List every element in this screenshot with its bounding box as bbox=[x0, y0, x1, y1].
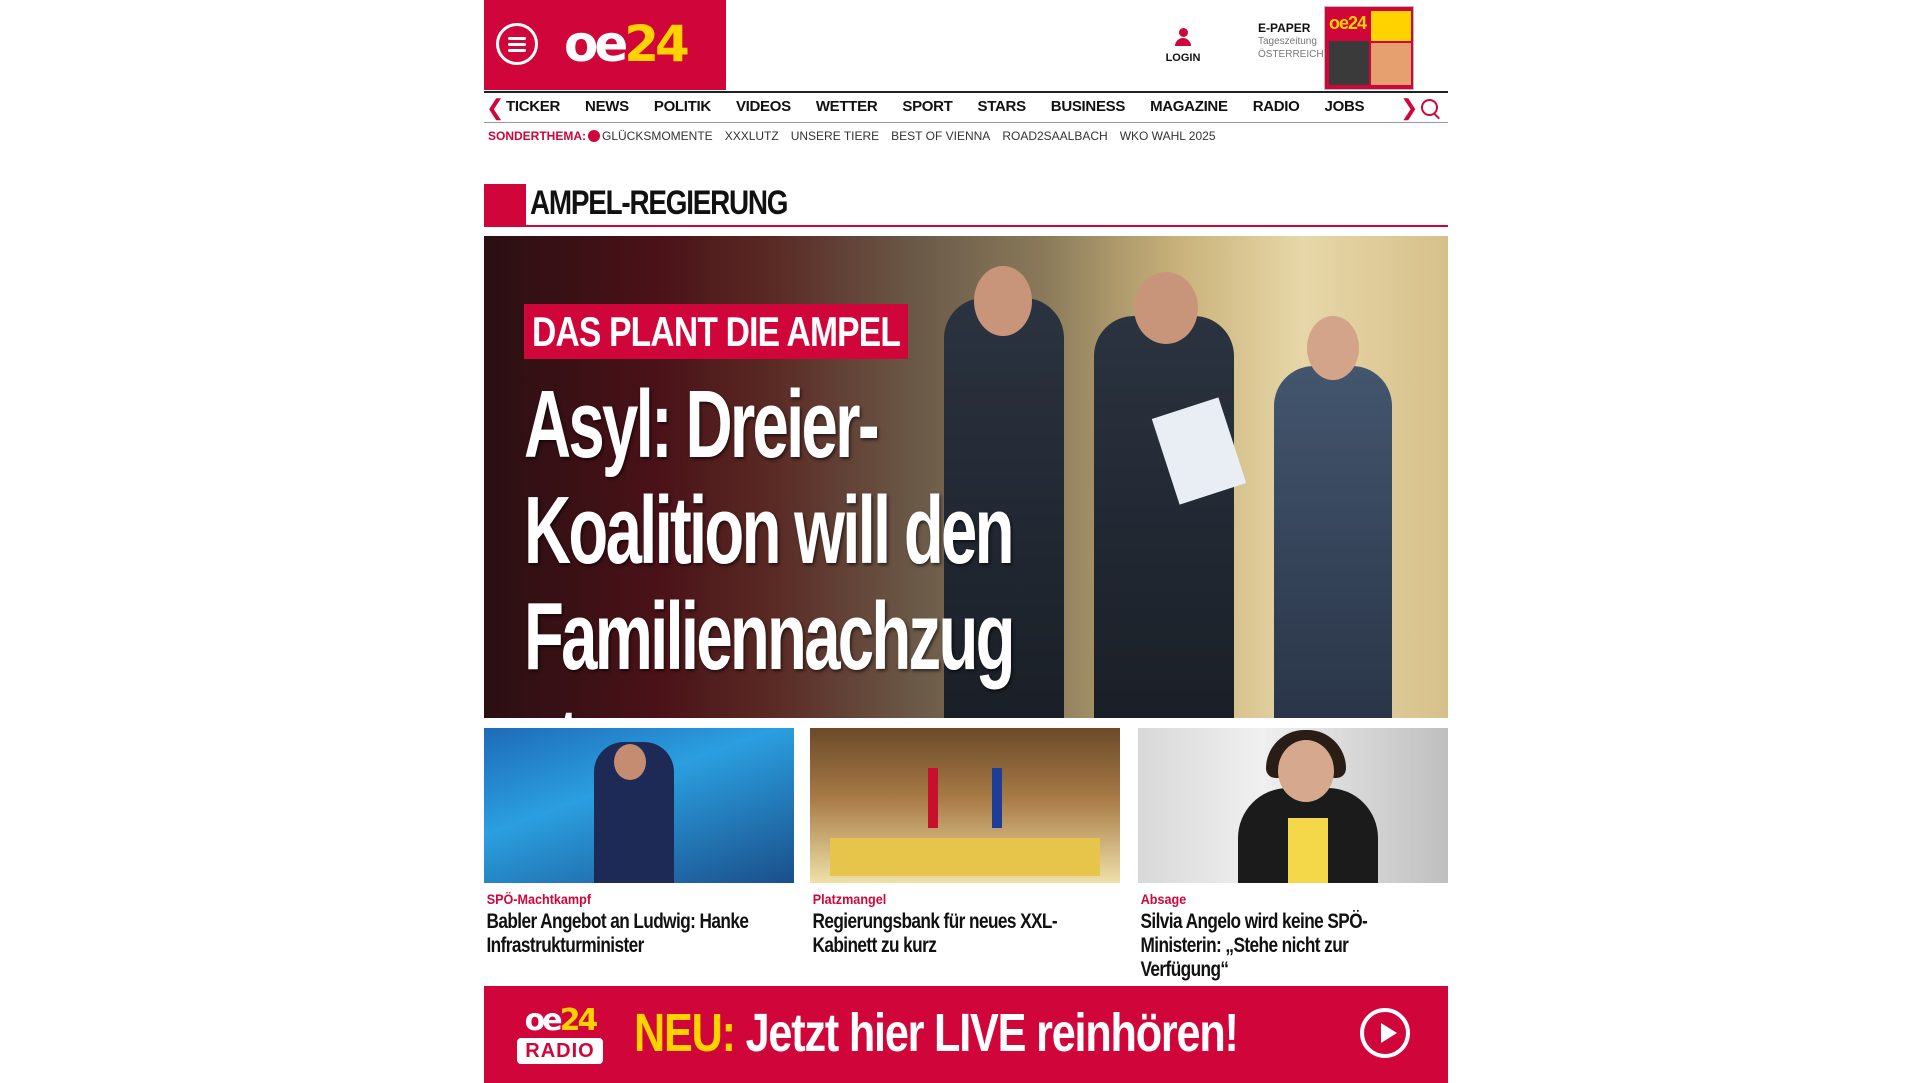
clover-icon bbox=[588, 130, 600, 142]
radio-logo: oe24 RADIO bbox=[514, 1006, 606, 1064]
article-image[interactable] bbox=[810, 728, 1120, 883]
nav-item-magazine[interactable]: MAGAZINE bbox=[1150, 98, 1228, 115]
user-icon bbox=[1175, 28, 1191, 48]
special-topics-bar: SONDERTHEMA: GLÜCKSMOMENTE XXXLUTZ UNSER… bbox=[488, 129, 1228, 143]
epaper-cover-logo: oe24 bbox=[1329, 13, 1367, 33]
radio-cta-text[interactable]: NEU: Jetzt hier LIVE reinhören! bbox=[634, 1004, 1239, 1062]
nav-item-ticker[interactable]: TICKER bbox=[506, 98, 560, 115]
epaper-link[interactable]: E-PAPER Tageszeitung ÖSTERREICH bbox=[1258, 21, 1324, 61]
special-topic-wko-wahl[interactable]: WKO WAHL 2025 bbox=[1120, 129, 1216, 143]
special-topic-gluecksmomente[interactable]: GLÜCKSMOMENTE bbox=[602, 129, 713, 143]
article-title[interactable]: Regierungsbank für neues XXL-Kabinett zu… bbox=[810, 910, 1091, 958]
article-card[interactable]: Absage Silvia Angelo wird keine SPÖ-Mini… bbox=[1138, 728, 1448, 982]
hero-article[interactable]: DAS PLANT DIE AMPEL Asyl: Dreier- Koalit… bbox=[484, 236, 1448, 718]
article-category: SPÖ-Machtkampf bbox=[486, 891, 592, 907]
nav-left-arrow-icon[interactable]: ❮ bbox=[486, 96, 504, 120]
article-card[interactable]: SPÖ-Machtkampf Babler Angebot an Ludwig:… bbox=[484, 728, 794, 958]
article-category: Platzmangel bbox=[812, 891, 887, 907]
nav-item-videos[interactable]: VIDEOS bbox=[736, 98, 791, 115]
nav-item-sport[interactable]: SPORT bbox=[902, 98, 952, 115]
epaper-subtitle-2: ÖSTERREICH bbox=[1258, 49, 1324, 60]
special-topic-road2saalbach[interactable]: ROAD2SAALBACH bbox=[1002, 129, 1107, 143]
login-button[interactable]: LOGIN bbox=[1160, 28, 1206, 64]
nav-item-business[interactable]: BUSINESS bbox=[1051, 98, 1126, 115]
brand-header: oe24 bbox=[484, 0, 726, 90]
hero-headline[interactable]: Asyl: Dreier- Koalition will den Familie… bbox=[524, 371, 1258, 719]
play-icon[interactable] bbox=[1360, 1008, 1410, 1058]
nav-item-stars[interactable]: STARS bbox=[978, 98, 1027, 115]
nav-item-radio[interactable]: RADIO bbox=[1253, 98, 1300, 115]
epaper-cover-image[interactable]: oe24 bbox=[1324, 6, 1414, 90]
epaper-subtitle: Tageszeitung bbox=[1258, 36, 1317, 47]
special-topic-xxxlutz[interactable]: XXXLUTZ bbox=[725, 129, 779, 143]
page: oe24 LOGIN E-PAPER Tageszeitung ÖSTERREI… bbox=[484, 0, 1448, 1083]
nav-item-wetter[interactable]: WETTER bbox=[816, 98, 878, 115]
section-title[interactable]: AMPEL-REGIERUNG bbox=[530, 180, 788, 226]
article-image[interactable] bbox=[1138, 728, 1448, 883]
epaper-title: E-PAPER bbox=[1258, 21, 1311, 35]
special-topic-best-of-vienna[interactable]: BEST OF VIENNA bbox=[891, 129, 990, 143]
nav-right-arrow-icon[interactable]: ❯ bbox=[1400, 96, 1418, 120]
radio-logo-label: RADIO bbox=[517, 1038, 603, 1064]
article-card[interactable]: Platzmangel Regierungsbank für neues XXL… bbox=[810, 728, 1120, 958]
special-topic-unsere-tiere[interactable]: UNSERE TIERE bbox=[791, 129, 879, 143]
hero-headline-line: Asyl: Dreier- bbox=[524, 371, 880, 478]
section-divider bbox=[526, 225, 1448, 227]
oe24-logo[interactable]: oe24 bbox=[564, 14, 690, 74]
main-nav: ❮ TICKER NEWS POLITIK VIDEOS WETTER SPOR… bbox=[484, 91, 1448, 123]
nav-item-jobs[interactable]: JOBS bbox=[1325, 98, 1365, 115]
hero-kicker[interactable]: DAS PLANT DIE AMPEL bbox=[524, 304, 909, 359]
article-category: Absage bbox=[1140, 891, 1187, 907]
article-title[interactable]: Babler Angebot an Ludwig: Hanke Infrastr… bbox=[484, 910, 765, 958]
hero-headline-line: Koalition will den bbox=[524, 477, 1015, 584]
search-icon[interactable] bbox=[1421, 99, 1438, 116]
nav-item-news[interactable]: NEWS bbox=[585, 98, 629, 115]
article-title[interactable]: Silvia Angelo wird keine SPÖ-Ministerin:… bbox=[1138, 910, 1419, 982]
nav-item-politik[interactable]: POLITIK bbox=[654, 98, 711, 115]
section-marker bbox=[484, 184, 526, 227]
hero-headline-line: Familiennachzug stoppen bbox=[524, 583, 1015, 719]
special-topic-label: SONDERTHEMA: bbox=[488, 129, 586, 143]
login-label: LOGIN bbox=[1165, 52, 1201, 64]
menu-icon[interactable] bbox=[496, 23, 538, 65]
radio-banner[interactable]: oe24 RADIO NEU: Jetzt hier LIVE reinhöre… bbox=[484, 986, 1448, 1083]
article-image[interactable] bbox=[484, 728, 794, 883]
